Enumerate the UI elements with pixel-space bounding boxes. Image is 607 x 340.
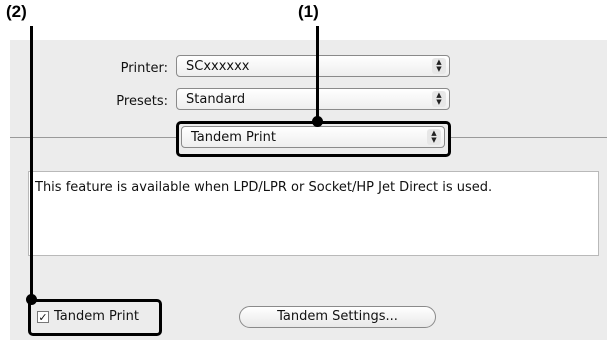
updown-arrows-icon: ▲ ▼	[432, 58, 446, 74]
presets-popup[interactable]: Standard ▲ ▼	[176, 88, 450, 110]
callout-1-dot	[312, 116, 323, 127]
callout-2-highlight	[28, 299, 162, 336]
callout-1-label: (1)	[298, 2, 319, 21]
divider-right	[450, 137, 607, 138]
presets-label: Presets:	[116, 94, 168, 109]
callout-1-leader	[316, 26, 319, 122]
description-text: This feature is available when LPD/LPR o…	[35, 180, 493, 195]
divider-left	[10, 137, 178, 138]
updown-arrows-icon: ▲ ▼	[432, 91, 446, 107]
printer-value: SCxxxxxx	[186, 59, 250, 74]
printer-label: Printer:	[120, 61, 168, 76]
printer-popup[interactable]: SCxxxxxx ▲ ▼	[176, 55, 450, 77]
presets-value: Standard	[186, 92, 246, 107]
callout-2-label: (2)	[6, 2, 27, 21]
callout-2-leader	[30, 26, 33, 301]
tandem-settings-button[interactable]: Tandem Settings...	[239, 306, 436, 328]
callout-1-highlight	[176, 121, 451, 157]
callout-2-dot	[26, 294, 37, 305]
description-box: This feature is available when LPD/LPR o…	[28, 171, 599, 256]
